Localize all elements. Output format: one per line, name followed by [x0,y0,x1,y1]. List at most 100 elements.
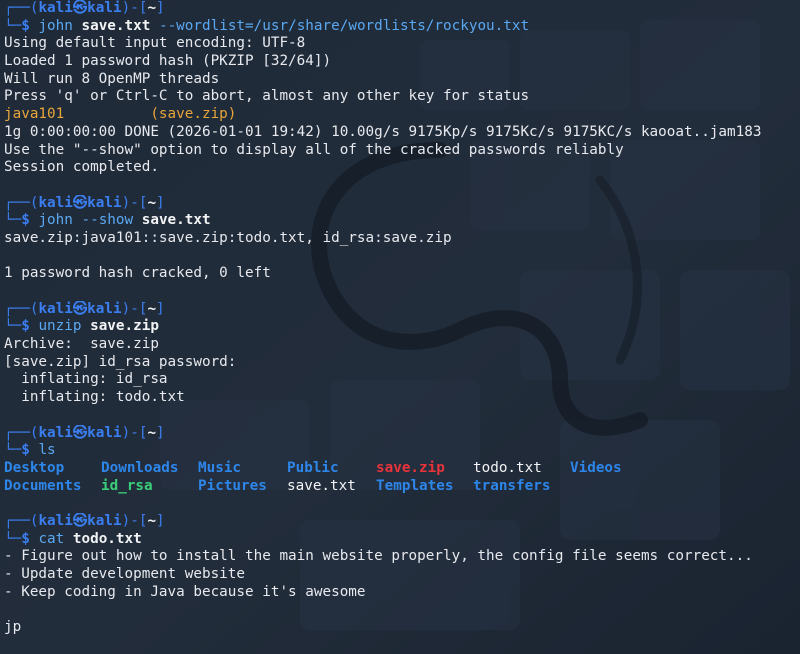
prompt-dollar: $ [21,212,30,229]
prompt-close: ] [156,424,165,441]
ls-entry-directory[interactable]: Pictures [198,478,287,496]
terminal-window[interactable]: ┌──(kali㉿kali)-[~] └─$ john save.txt --w… [4,0,800,654]
skull-icon: ㉿ [72,0,88,16]
output-line: Use the "--show" option to display all o… [4,141,624,158]
prompt-header: ┌──(kali㉿kali)-[~] [4,513,800,531]
ls-entry-file[interactable]: save.txt [287,478,376,496]
prompt-user: kali [38,424,73,441]
prompt-corner: └─ [4,442,22,459]
prompt-dollar: $ [21,442,30,459]
prompt-corner: ┌──( [4,300,39,317]
prompt-host: kali [87,300,122,317]
prompt-dollar: $ [21,17,30,34]
command-line[interactable]: └─$ john --show save.txt [4,212,800,230]
prompt-host: kali [87,0,122,16]
command-arg: save.txt [81,17,151,34]
ls-row: Desktop Downloads Music Public save.zip todo.… [4,460,800,478]
ls-entry-directory[interactable]: Desktop [4,460,101,478]
skull-icon: ㉿ [72,194,88,211]
ls-entry-file[interactable]: todo.txt [473,460,570,478]
prompt-close: ] [156,512,165,529]
prompt-corner: └─ [4,318,22,335]
output-line: inflating: id_rsa [4,371,168,388]
prompt-host: kali [87,194,122,211]
output-line: Archive: save.zip [4,336,159,353]
ls-entry-archive[interactable]: save.zip [376,460,473,478]
output-line: Loaded 1 password hash (PKZIP [32/64]) [4,53,332,70]
prompt-dollar: $ [21,530,30,547]
command-arg: save.zip [90,318,159,335]
ls-entry-directory[interactable]: Videos [570,460,622,478]
ls-entry-file[interactable]: id_rsa [101,478,198,496]
prompt-corner: ┌──( [4,512,39,529]
prompt-user: kali [38,512,73,529]
prompt-host: kali [87,512,122,529]
output-line: - Update development website [4,566,246,582]
command-name: cat [38,530,65,547]
command-line[interactable]: └─$ unzip save.zip [4,318,800,336]
prompt-corner: └─ [4,212,22,229]
output-line: 1 password hash cracked, 0 left [4,265,271,282]
prompt-corner: ┌──( [4,194,39,211]
prompt-path: ~ [147,194,157,211]
prompt-separator: )-[ [121,0,148,16]
ls-entry-directory[interactable]: transfers [473,478,550,496]
prompt-path: ~ [147,424,157,441]
prompt-host: kali [87,424,122,441]
cracked-password-line: java101 (save.zip) [4,106,237,123]
ls-entry-directory[interactable]: Documents [4,478,101,496]
command-arg: todo.txt [72,530,142,547]
command-name: john [38,17,73,34]
output-line: Using default input encoding: UTF-8 [4,35,306,52]
prompt-close: ] [156,300,165,317]
command-name: ls [38,442,56,459]
ls-entry-directory[interactable]: Public [287,460,376,478]
prompt-separator: )-[ [121,424,148,441]
prompt-path: ~ [147,0,157,16]
output-line: [save.zip] id_rsa password: [4,353,237,370]
prompt-user: kali [38,0,73,16]
output-line: inflating: todo.txt [4,389,185,406]
prompt-corner: └─ [4,17,22,34]
command-line[interactable]: └─$ ls [4,442,800,460]
prompt-user: kali [38,300,73,317]
output-line: Press 'q' or Ctrl-C to abort, almost any… [4,88,530,105]
skull-icon: ㉿ [72,300,88,317]
prompt-user: kali [38,194,73,211]
prompt-corner: └─ [4,530,22,547]
output-line: jp [4,619,22,636]
output-line: - Figure out how to install the main web… [4,548,753,565]
command-line[interactable]: └─$ cat todo.txt [4,531,800,549]
command-option: --wordlist=/usr/share/wordlists/rockyou.… [158,17,530,34]
output-line: save.zip:java101::save.zip:todo.txt, id_… [4,229,452,246]
output-line: - Keep coding in Java because it's aweso… [4,583,366,600]
prompt-header: ┌──(kali㉿kali)-[~] [4,301,800,319]
prompt-header: ┌──(kali㉿kali)-[~] [4,195,800,213]
prompt-close: ] [156,194,165,211]
ls-entry-directory[interactable]: Templates [376,478,473,496]
prompt-dollar: $ [21,318,30,335]
skull-icon: ㉿ [72,424,88,441]
prompt-corner: ┌──( [4,424,39,441]
ls-entry-directory[interactable]: Downloads [101,460,198,478]
command-arg: save.txt [141,212,211,229]
prompt-path: ~ [147,300,157,317]
prompt-header: ┌──(kali㉿kali)-[~] [4,425,800,443]
output-line: Will run 8 OpenMP threads [4,70,220,87]
prompt-path: ~ [147,512,157,529]
output-line: 1g 0:00:00:00 DONE (2026-01-01 19:42) 10… [4,123,762,140]
command-name: john --show [38,212,134,229]
command-line[interactable]: └─$ john save.txt --wordlist=/usr/share/… [4,18,800,36]
skull-icon: ㉿ [72,512,88,529]
prompt-close: ] [156,0,165,16]
ls-row: Documents id_rsa Pictures save.txt Templates… [4,478,800,496]
prompt-corner: ┌──( [4,0,39,16]
ls-entry-directory[interactable]: Music [198,460,287,478]
command-name: unzip [38,318,82,335]
